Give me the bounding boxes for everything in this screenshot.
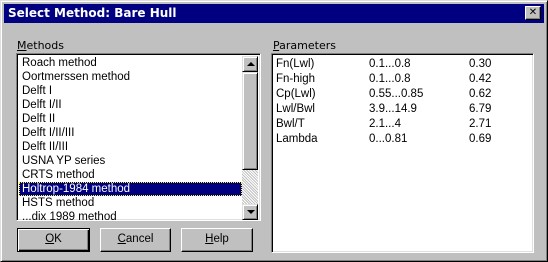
help-button[interactable]: Help (181, 228, 253, 252)
window-title: Select Method: Bare Hull (8, 6, 177, 20)
parameter-name: Lambda (276, 133, 318, 145)
parameter-range: 0...0.81 (369, 133, 408, 145)
parameters-label: Parameters (273, 39, 336, 52)
close-icon: ✕ (528, 7, 538, 18)
cancel-button[interactable]: Cancel (100, 228, 171, 252)
arrow-up-icon (247, 62, 255, 66)
ok-button[interactable]: OK (17, 228, 90, 252)
method-list-item[interactable]: ...dix 1989 method (19, 210, 242, 220)
title-bar[interactable]: Select Method: Bare Hull ✕ (4, 4, 544, 23)
parameter-value: 0.62 (469, 88, 492, 100)
method-list-item[interactable]: Oortmerssen method (19, 70, 242, 84)
method-list-item[interactable]: Delft II/III (19, 140, 242, 154)
parameter-value: 0.42 (469, 73, 492, 85)
scroll-thumb[interactable] (242, 72, 258, 170)
method-list-item[interactable]: HSTS method (19, 196, 242, 210)
parameter-row: Cp(Lwl) 0.55...0.85 0.62 (276, 87, 526, 101)
method-list-item[interactable]: Holtrop-1984 method (19, 182, 242, 196)
parameter-range: 0.1...0.8 (369, 58, 411, 70)
parameter-row: Bwl/T 2.1...4 2.71 (276, 117, 526, 131)
method-list-item[interactable]: Delft I/II (19, 98, 242, 112)
parameter-value: 0.30 (469, 58, 492, 70)
method-list-item[interactable]: Delft I (19, 84, 242, 98)
methods-listbox[interactable]: Roach method Oortmerssen method Delft I Del… (16, 53, 261, 221)
parameter-value: 6.79 (469, 103, 492, 115)
arrow-down-icon (247, 210, 255, 214)
parameters-panel: Fn(Lwl) 0.1...0.8 0.30 Fn-high 0.1...0.8 0.42… (271, 53, 534, 253)
parameter-range: 2.1...4 (369, 118, 401, 130)
parameter-range: 3.9...14.9 (369, 103, 417, 115)
method-list-item[interactable]: Delft I/II/III (19, 126, 242, 140)
parameter-value: 2.71 (469, 118, 492, 130)
method-list-item[interactable]: Delft II (19, 112, 242, 126)
method-list-item[interactable]: CRTS method (19, 168, 242, 182)
parameter-row: Lambda 0...0.81 0.69 (276, 132, 526, 146)
parameter-range: 0.1...0.8 (369, 73, 411, 85)
parameter-name: Cp(Lwl) (276, 88, 316, 100)
parameter-name: Fn(Lwl) (276, 58, 315, 70)
parameter-name: Lwl/Bwl (276, 103, 315, 115)
scroll-down-button[interactable] (242, 204, 258, 220)
scroll-up-button[interactable] (242, 56, 258, 72)
select-method-dialog: Select Method: Bare Hull ✕ Methods Roach… (0, 0, 548, 262)
parameter-row: Fn(Lwl) 0.1...0.8 0.30 (276, 57, 526, 71)
parameter-range: 0.55...0.85 (369, 88, 424, 100)
method-list-item[interactable]: USNA YP series (19, 154, 242, 168)
parameter-row: Fn-high 0.1...0.8 0.42 (276, 72, 526, 86)
parameter-row: Lwl/Bwl 3.9...14.9 6.79 (276, 102, 526, 116)
parameter-value: 0.69 (469, 133, 492, 145)
methods-items: Roach method Oortmerssen method Delft I Del… (19, 56, 242, 220)
methods-scrollbar[interactable] (242, 56, 258, 220)
close-button[interactable]: ✕ (525, 6, 541, 20)
methods-label: Methods (17, 39, 64, 52)
parameter-name: Bwl/T (276, 118, 305, 130)
method-list-item[interactable]: Roach method (19, 56, 242, 70)
parameter-name: Fn-high (276, 73, 315, 85)
